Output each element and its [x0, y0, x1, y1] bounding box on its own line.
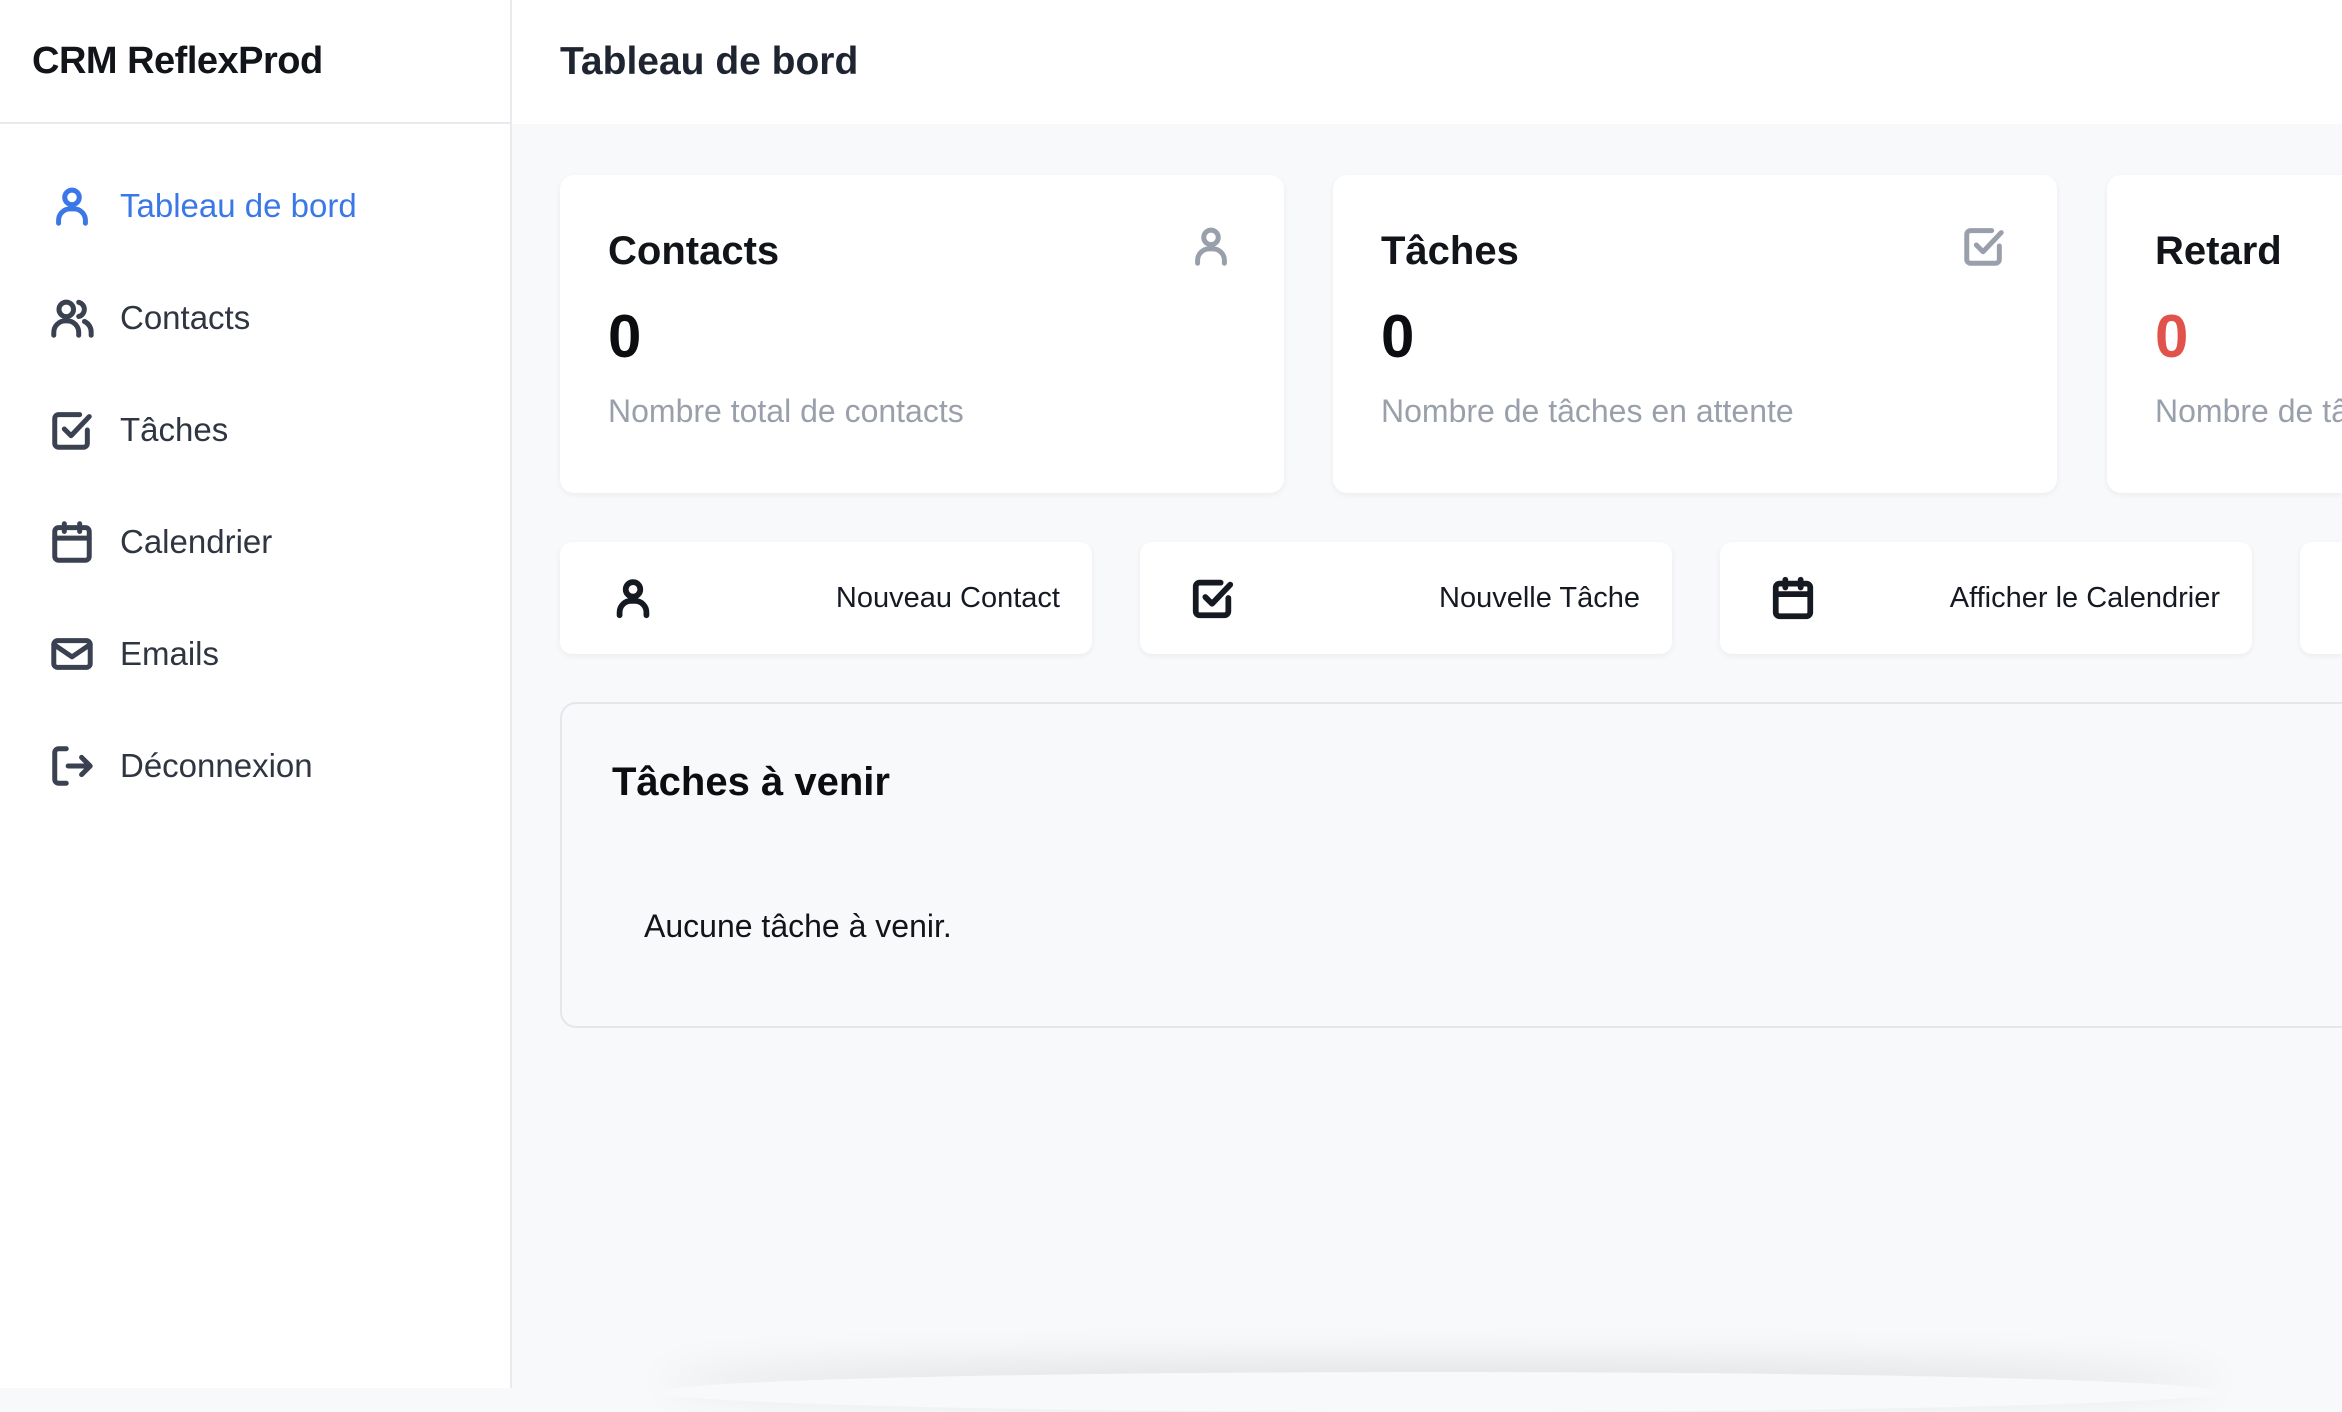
stat-card-overdue: Retard 0 Nombre de tâ [2107, 175, 2342, 493]
calendar-icon [1770, 575, 1816, 621]
new-task-label: Nouvelle Tâche [1439, 581, 1640, 614]
user-icon [1188, 223, 1236, 271]
new-task-button[interactable]: Nouvelle Tâche [1140, 542, 1672, 654]
bottom-shadow [660, 1372, 2220, 1412]
sidebar-item-label: Contacts [120, 299, 251, 336]
stat-card-title: Tâches [1381, 229, 1519, 273]
brand-name: CRM ReflexProd [32, 39, 323, 82]
sidebar-item-label: Emails [120, 635, 220, 672]
sidebar-item-tasks[interactable]: Tâches [0, 374, 510, 486]
page-header: Tableau de bord [512, 0, 2342, 124]
user-icon [48, 182, 96, 230]
brand: CRM ReflexProd [0, 0, 510, 124]
sidebar-item-label: Déconnexion [120, 747, 313, 784]
stat-card-title: Contacts [608, 229, 780, 273]
sidebar-item-logout[interactable]: Déconnexion [0, 710, 510, 822]
upcoming-tasks-empty-message: Aucune tâche à venir. [644, 908, 952, 944]
stat-card-description: Nombre de tâ [2155, 393, 2342, 429]
stat-card-contacts: Contacts 0 Nombre total de contacts [560, 175, 1284, 493]
check-square-icon [1190, 575, 1236, 621]
stat-card-description: Nombre de tâches en attente [1381, 393, 1794, 429]
stat-card-tasks: Tâches 0 Nombre de tâches en attente [1333, 175, 2057, 493]
check-square-icon [48, 406, 96, 454]
mail-icon [48, 630, 96, 678]
stat-card-description: Nombre total de contacts [608, 393, 964, 429]
new-contact-button[interactable]: Nouveau Contact [560, 542, 1092, 654]
extra-action-button[interactable] [2300, 542, 2342, 654]
show-calendar-button[interactable]: Afficher le Calendrier [1720, 542, 2252, 654]
calendar-icon [48, 518, 96, 566]
stat-card-value: 0 [608, 303, 642, 370]
sidebar-nav: Tableau de bord Contacts Tâches Calendri… [0, 150, 510, 822]
sidebar: CRM ReflexProd Tableau de bord Contacts … [0, 0, 512, 1388]
upcoming-tasks-panel: Tâches à venir Aucune tâche à venir. [560, 702, 2342, 1028]
sidebar-item-dashboard[interactable]: Tableau de bord [0, 150, 510, 262]
new-contact-label: Nouveau Contact [835, 581, 1060, 614]
check-square-icon [1961, 223, 2009, 271]
sidebar-item-contacts[interactable]: Contacts [0, 262, 510, 374]
sidebar-item-emails[interactable]: Emails [0, 598, 510, 710]
show-calendar-label: Afficher le Calendrier [1949, 581, 2220, 614]
page-title: Tableau de bord [560, 40, 859, 83]
stat-card-value: 0 [2155, 303, 2189, 370]
stat-card-value: 0 [1381, 303, 1415, 370]
upcoming-tasks-title: Tâches à venir [612, 760, 890, 804]
users-icon [48, 294, 96, 342]
sidebar-item-calendar[interactable]: Calendrier [0, 486, 510, 598]
stat-card-title: Retard [2155, 229, 2282, 273]
sidebar-item-label: Tâches [120, 411, 229, 448]
logout-icon [48, 742, 96, 790]
sidebar-item-label: Tableau de bord [120, 187, 357, 224]
sidebar-item-label: Calendrier [120, 523, 273, 560]
user-icon [610, 575, 656, 621]
